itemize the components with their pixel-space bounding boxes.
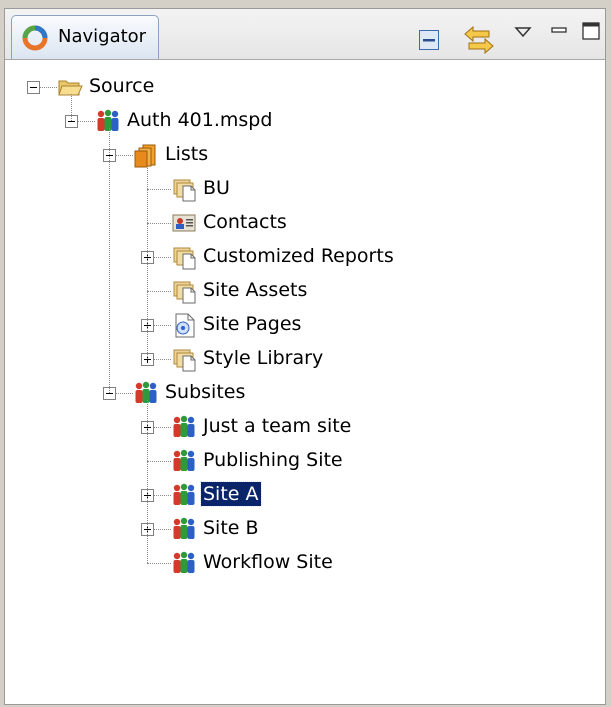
lists-icon (134, 144, 156, 168)
tree-item-label[interactable]: Site Assets (201, 278, 309, 302)
tree-item[interactable]: Site Pages (5, 308, 605, 342)
tree-connector (109, 128, 110, 393)
tree-item-label[interactable]: Site Pages (201, 312, 303, 336)
tree-item-label[interactable]: Site B (201, 516, 261, 540)
navigator-view: Navigator Source Auth 401.mspd Lists BU Cont… (4, 8, 606, 705)
tree-item[interactable]: BU (5, 172, 605, 206)
site-people-icon (97, 109, 119, 131)
site-people-icon (173, 551, 195, 573)
tree-item-label[interactable]: Style Library (201, 346, 325, 370)
tree-item-label[interactable]: Subsites (163, 380, 247, 404)
tree-item-label[interactable]: Publishing Site (201, 448, 345, 472)
minimize-icon[interactable] (550, 23, 568, 37)
tree-item-label[interactable]: Customized Reports (201, 244, 396, 268)
site-people-icon (173, 483, 195, 505)
tree-item[interactable]: Workflow Site (5, 546, 605, 580)
tree-connector (147, 291, 171, 292)
tree-item-label[interactable]: BU (201, 176, 232, 200)
contacts-icon (172, 214, 196, 232)
tree-connector (147, 563, 171, 564)
tree-item[interactable]: Site A (5, 478, 605, 512)
navigator-logo-icon (22, 25, 48, 51)
navigator-tree[interactable]: Source Auth 401.mspd Lists BU Contacts Custom… (5, 60, 605, 704)
view-menu-icon[interactable] (514, 25, 532, 39)
tree-item[interactable]: Contacts (5, 206, 605, 240)
tree-connector (147, 400, 148, 563)
maximize-icon[interactable] (581, 21, 601, 41)
tree-item-label[interactable]: Workflow Site (201, 550, 335, 574)
view-toolbar: Navigator (5, 9, 605, 60)
link-with-editor-icon[interactable] (463, 25, 495, 55)
tree-item[interactable]: Style Library (5, 342, 605, 376)
tree-item[interactable]: Site Assets (5, 274, 605, 308)
collapse-all-icon[interactable] (418, 29, 440, 51)
tree-item-label[interactable]: Contacts (201, 210, 289, 234)
document-library-icon (173, 349, 196, 372)
tree-item-label[interactable]: Auth 401.mspd (125, 108, 274, 132)
site-people-icon (135, 381, 157, 403)
document-library-icon (173, 281, 196, 304)
tree-item[interactable]: Lists (5, 138, 605, 172)
wiki-pages-icon (175, 313, 195, 338)
tree-item[interactable]: Auth 401.mspd (5, 104, 605, 138)
tree-item[interactable]: Just a team site (5, 410, 605, 444)
tab-title: Navigator (58, 26, 147, 47)
tree-connector (147, 223, 171, 224)
tree-connector (147, 162, 148, 359)
site-people-icon (173, 517, 195, 539)
tree-item-label[interactable]: Source (87, 74, 156, 98)
tree-connector (147, 461, 171, 462)
document-library-icon (173, 179, 196, 202)
folder-open-icon (58, 80, 83, 96)
tree-item[interactable]: Site B (5, 512, 605, 546)
tree-item-label[interactable]: Just a team site (201, 414, 353, 438)
tree-item-label[interactable]: Site A (200, 481, 262, 507)
tree-connector (71, 94, 72, 121)
site-people-icon (173, 415, 195, 437)
tree-item[interactable]: Subsites (5, 376, 605, 410)
site-people-icon (173, 449, 195, 471)
tree-item[interactable]: Publishing Site (5, 444, 605, 478)
document-library-icon (173, 247, 196, 270)
collapse-toggle[interactable] (27, 81, 40, 94)
tree-connector (147, 189, 171, 190)
tree-item-label[interactable]: Lists (163, 142, 210, 166)
tree-item[interactable]: Source (5, 70, 605, 104)
tree-item[interactable]: Customized Reports (5, 240, 605, 274)
tab-navigator[interactable]: Navigator (11, 15, 159, 59)
